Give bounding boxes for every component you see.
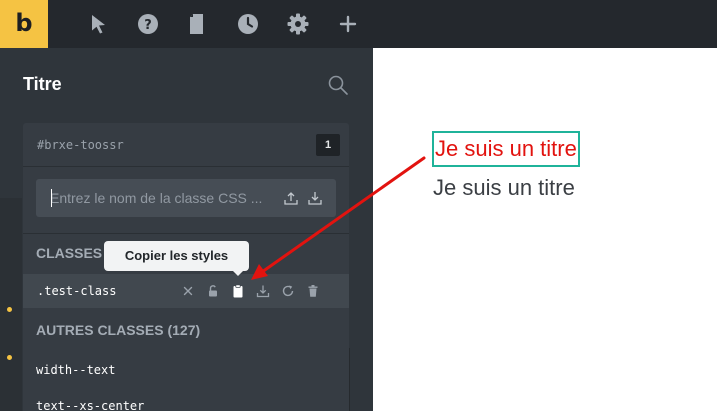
active-class-name[interactable]: .test-class <box>37 284 116 298</box>
import-icon[interactable] <box>283 190 299 206</box>
unlock-icon[interactable] <box>206 284 220 298</box>
search-icon[interactable] <box>327 74 349 96</box>
classes-section-label: CLASSES <box>36 245 103 261</box>
divider <box>23 233 349 234</box>
text-caret <box>51 189 52 207</box>
class-count-badge: 1 <box>316 134 340 156</box>
remove-icon[interactable] <box>181 284 195 298</box>
class-input-wrapper <box>36 179 336 217</box>
page-icon[interactable] <box>186 12 210 36</box>
help-icon[interactable]: ? <box>136 12 160 36</box>
reset-icon[interactable] <box>281 284 295 298</box>
heading[interactable]: Je suis un titre <box>433 171 575 205</box>
indicator-dot <box>7 307 12 312</box>
panel-title: Titre <box>23 74 62 94</box>
panel-side-strip <box>0 198 22 411</box>
pointer-icon[interactable] <box>86 12 110 36</box>
tooltip-arrow <box>232 270 244 276</box>
plus-icon[interactable] <box>336 12 360 36</box>
clipboard-icon[interactable] <box>231 284 245 298</box>
other-class-item[interactable]: width--text <box>36 363 115 377</box>
top-toolbar: b ? <box>0 0 717 48</box>
indicator-dot <box>7 355 12 360</box>
gear-icon[interactable] <box>286 12 310 36</box>
other-classes-section-label: AUTRES CLASSES (127) <box>36 322 201 338</box>
selected-heading[interactable]: Je suis un titre <box>432 131 580 167</box>
dropdown-header[interactable]: #brxe-toossr 1 <box>23 123 349 167</box>
trash-icon[interactable] <box>306 284 320 298</box>
logo[interactable]: b <box>0 0 48 48</box>
copy-styles-tooltip: Copier les styles <box>104 241 249 271</box>
active-class-row[interactable]: .test-class <box>23 274 349 308</box>
class-name-input[interactable] <box>36 179 286 217</box>
element-id: #brxe-toossr <box>37 138 124 152</box>
download-icon[interactable] <box>307 190 323 206</box>
paste-styles-icon[interactable] <box>256 284 270 298</box>
history-icon[interactable] <box>236 12 260 36</box>
svg-text:?: ? <box>144 18 152 33</box>
other-class-item[interactable]: text--xs-center <box>36 399 144 411</box>
